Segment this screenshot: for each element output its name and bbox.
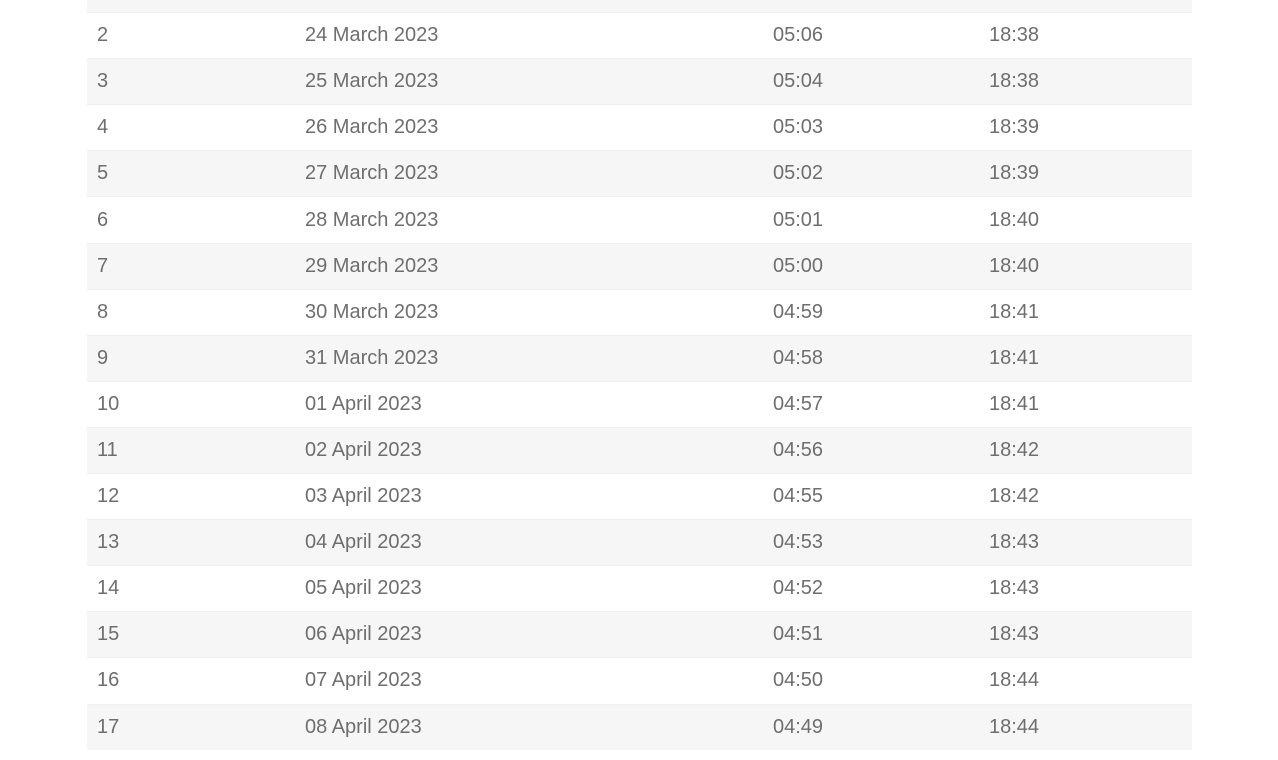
day-number-cell: 4	[87, 104, 305, 151]
sunrise-time-cell: 04:49	[773, 703, 989, 751]
day-number-cell: 3	[87, 58, 305, 105]
sunrise-time-cell: 04:52	[773, 565, 989, 612]
day-number-cell: 2	[87, 12, 305, 59]
sunrise-time-cell: 04:53	[773, 519, 989, 566]
sunrise-time-cell: 05:00	[773, 242, 989, 290]
day-number-cell: 9	[87, 334, 305, 382]
sunrise-time-cell: 04:51	[773, 611, 989, 658]
sunrise-time-cell: 04:55	[773, 473, 989, 520]
date-cell: 06 April 2023	[305, 611, 773, 658]
table-row: 12 03 April 2023 04:55 18:42	[87, 473, 1192, 520]
day-number-cell: 11	[87, 426, 305, 474]
date-cell	[305, 0, 773, 13]
date-cell: 25 March 2023	[305, 58, 773, 105]
sunset-time-cell: 18:39	[989, 150, 1192, 197]
day-number-cell: 7	[87, 242, 305, 290]
timetable-container: 1224 March 202305:0618:38325 March 20230…	[87, 0, 1192, 751]
sunset-time-cell: 18:41	[989, 288, 1192, 336]
day-number-cell: 10	[87, 380, 305, 428]
sunset-time-cell	[989, 0, 1192, 13]
sunrise-time-cell: 05:03	[773, 104, 989, 151]
sunset-time-cell: 18:41	[989, 380, 1192, 428]
sunrise-time-cell: 05:06	[773, 12, 989, 59]
sunset-time-cell: 18:43	[989, 565, 1192, 612]
day-number-cell: 8	[87, 288, 305, 336]
sunrise-time-cell: 04:50	[773, 657, 989, 704]
table-row: 15 06 April 2023 04:51 18:43	[87, 611, 1192, 658]
table-row: 9 31 March 2023 04:58 18:41	[87, 334, 1192, 382]
day-number-cell: 16	[87, 657, 305, 704]
date-cell: 04 April 2023	[305, 519, 773, 566]
table-row: 4 26 March 2023 05:03 18:39	[87, 104, 1192, 151]
table-row: 13 04 April 2023 04:53 18:43	[87, 519, 1192, 566]
day-number-cell: 14	[87, 565, 305, 612]
table-row: 14 05 April 2023 04:52 18:43	[87, 565, 1192, 612]
date-cell: 08 April 2023	[305, 703, 773, 751]
day-number-cell: 17	[87, 703, 305, 751]
sunrise-time-cell: 05:02	[773, 150, 989, 197]
date-cell: 03 April 2023	[305, 473, 773, 520]
table-row: 2 24 March 2023 05:06 18:38	[87, 12, 1192, 59]
day-number-cell: 1	[87, 0, 305, 13]
date-cell: 30 March 2023	[305, 288, 773, 336]
sunrise-time-cell: 04:58	[773, 334, 989, 382]
sunrise-time-cell: 04:56	[773, 426, 989, 474]
sunset-time-cell: 18:38	[989, 58, 1192, 105]
sunrise-sunset-table: 1224 March 202305:0618:38325 March 20230…	[87, 0, 1192, 751]
table-row: 17 08 April 2023 04:49 18:44	[87, 703, 1192, 751]
table-row: 11 02 April 2023 04:56 18:42	[87, 426, 1192, 474]
day-number-cell: 5	[87, 150, 305, 197]
table-row: 7 29 March 2023 05:00 18:40	[87, 242, 1192, 290]
table-row: 6 28 March 2023 05:01 18:40	[87, 196, 1192, 244]
date-cell: 02 April 2023	[305, 426, 773, 474]
date-cell: 31 March 2023	[305, 334, 773, 382]
sunrise-time-cell	[773, 0, 989, 13]
sunset-time-cell: 18:41	[989, 334, 1192, 382]
day-number-cell: 13	[87, 519, 305, 566]
date-cell: 29 March 2023	[305, 242, 773, 290]
date-cell: 28 March 2023	[305, 196, 773, 244]
sunset-time-cell: 18:40	[989, 196, 1192, 244]
table-row: 8 30 March 2023 04:59 18:41	[87, 288, 1192, 336]
sunrise-time-cell: 04:57	[773, 380, 989, 428]
day-number-cell: 15	[87, 611, 305, 658]
table-row: 3 25 March 2023 05:04 18:38	[87, 58, 1192, 105]
sunset-time-cell: 18:44	[989, 657, 1192, 704]
table-body: 1224 March 202305:0618:38325 March 20230…	[87, 0, 1192, 751]
date-cell: 01 April 2023	[305, 380, 773, 428]
sunrise-time-cell: 05:01	[773, 196, 989, 244]
sunset-time-cell: 18:40	[989, 242, 1192, 290]
table-row: 5 27 March 2023 05:02 18:39	[87, 150, 1192, 197]
table-row: 16 07 April 2023 04:50 18:44	[87, 657, 1192, 704]
table-row: 10 01 April 2023 04:57 18:41	[87, 380, 1192, 428]
day-number-cell: 12	[87, 473, 305, 520]
table-row: 1	[87, 0, 1192, 13]
sunrise-time-cell: 04:59	[773, 288, 989, 336]
day-number-cell: 6	[87, 196, 305, 244]
sunset-time-cell: 18:44	[989, 703, 1192, 751]
date-cell: 24 March 2023	[305, 12, 773, 59]
sunset-time-cell: 18:42	[989, 473, 1192, 520]
sunset-time-cell: 18:43	[989, 519, 1192, 566]
sunset-time-cell: 18:42	[989, 426, 1192, 474]
sunset-time-cell: 18:43	[989, 611, 1192, 658]
sunset-time-cell: 18:39	[989, 104, 1192, 151]
date-cell: 27 March 2023	[305, 150, 773, 197]
date-cell: 26 March 2023	[305, 104, 773, 151]
sunrise-time-cell: 05:04	[773, 58, 989, 105]
sunset-time-cell: 18:38	[989, 12, 1192, 59]
date-cell: 07 April 2023	[305, 657, 773, 704]
date-cell: 05 April 2023	[305, 565, 773, 612]
